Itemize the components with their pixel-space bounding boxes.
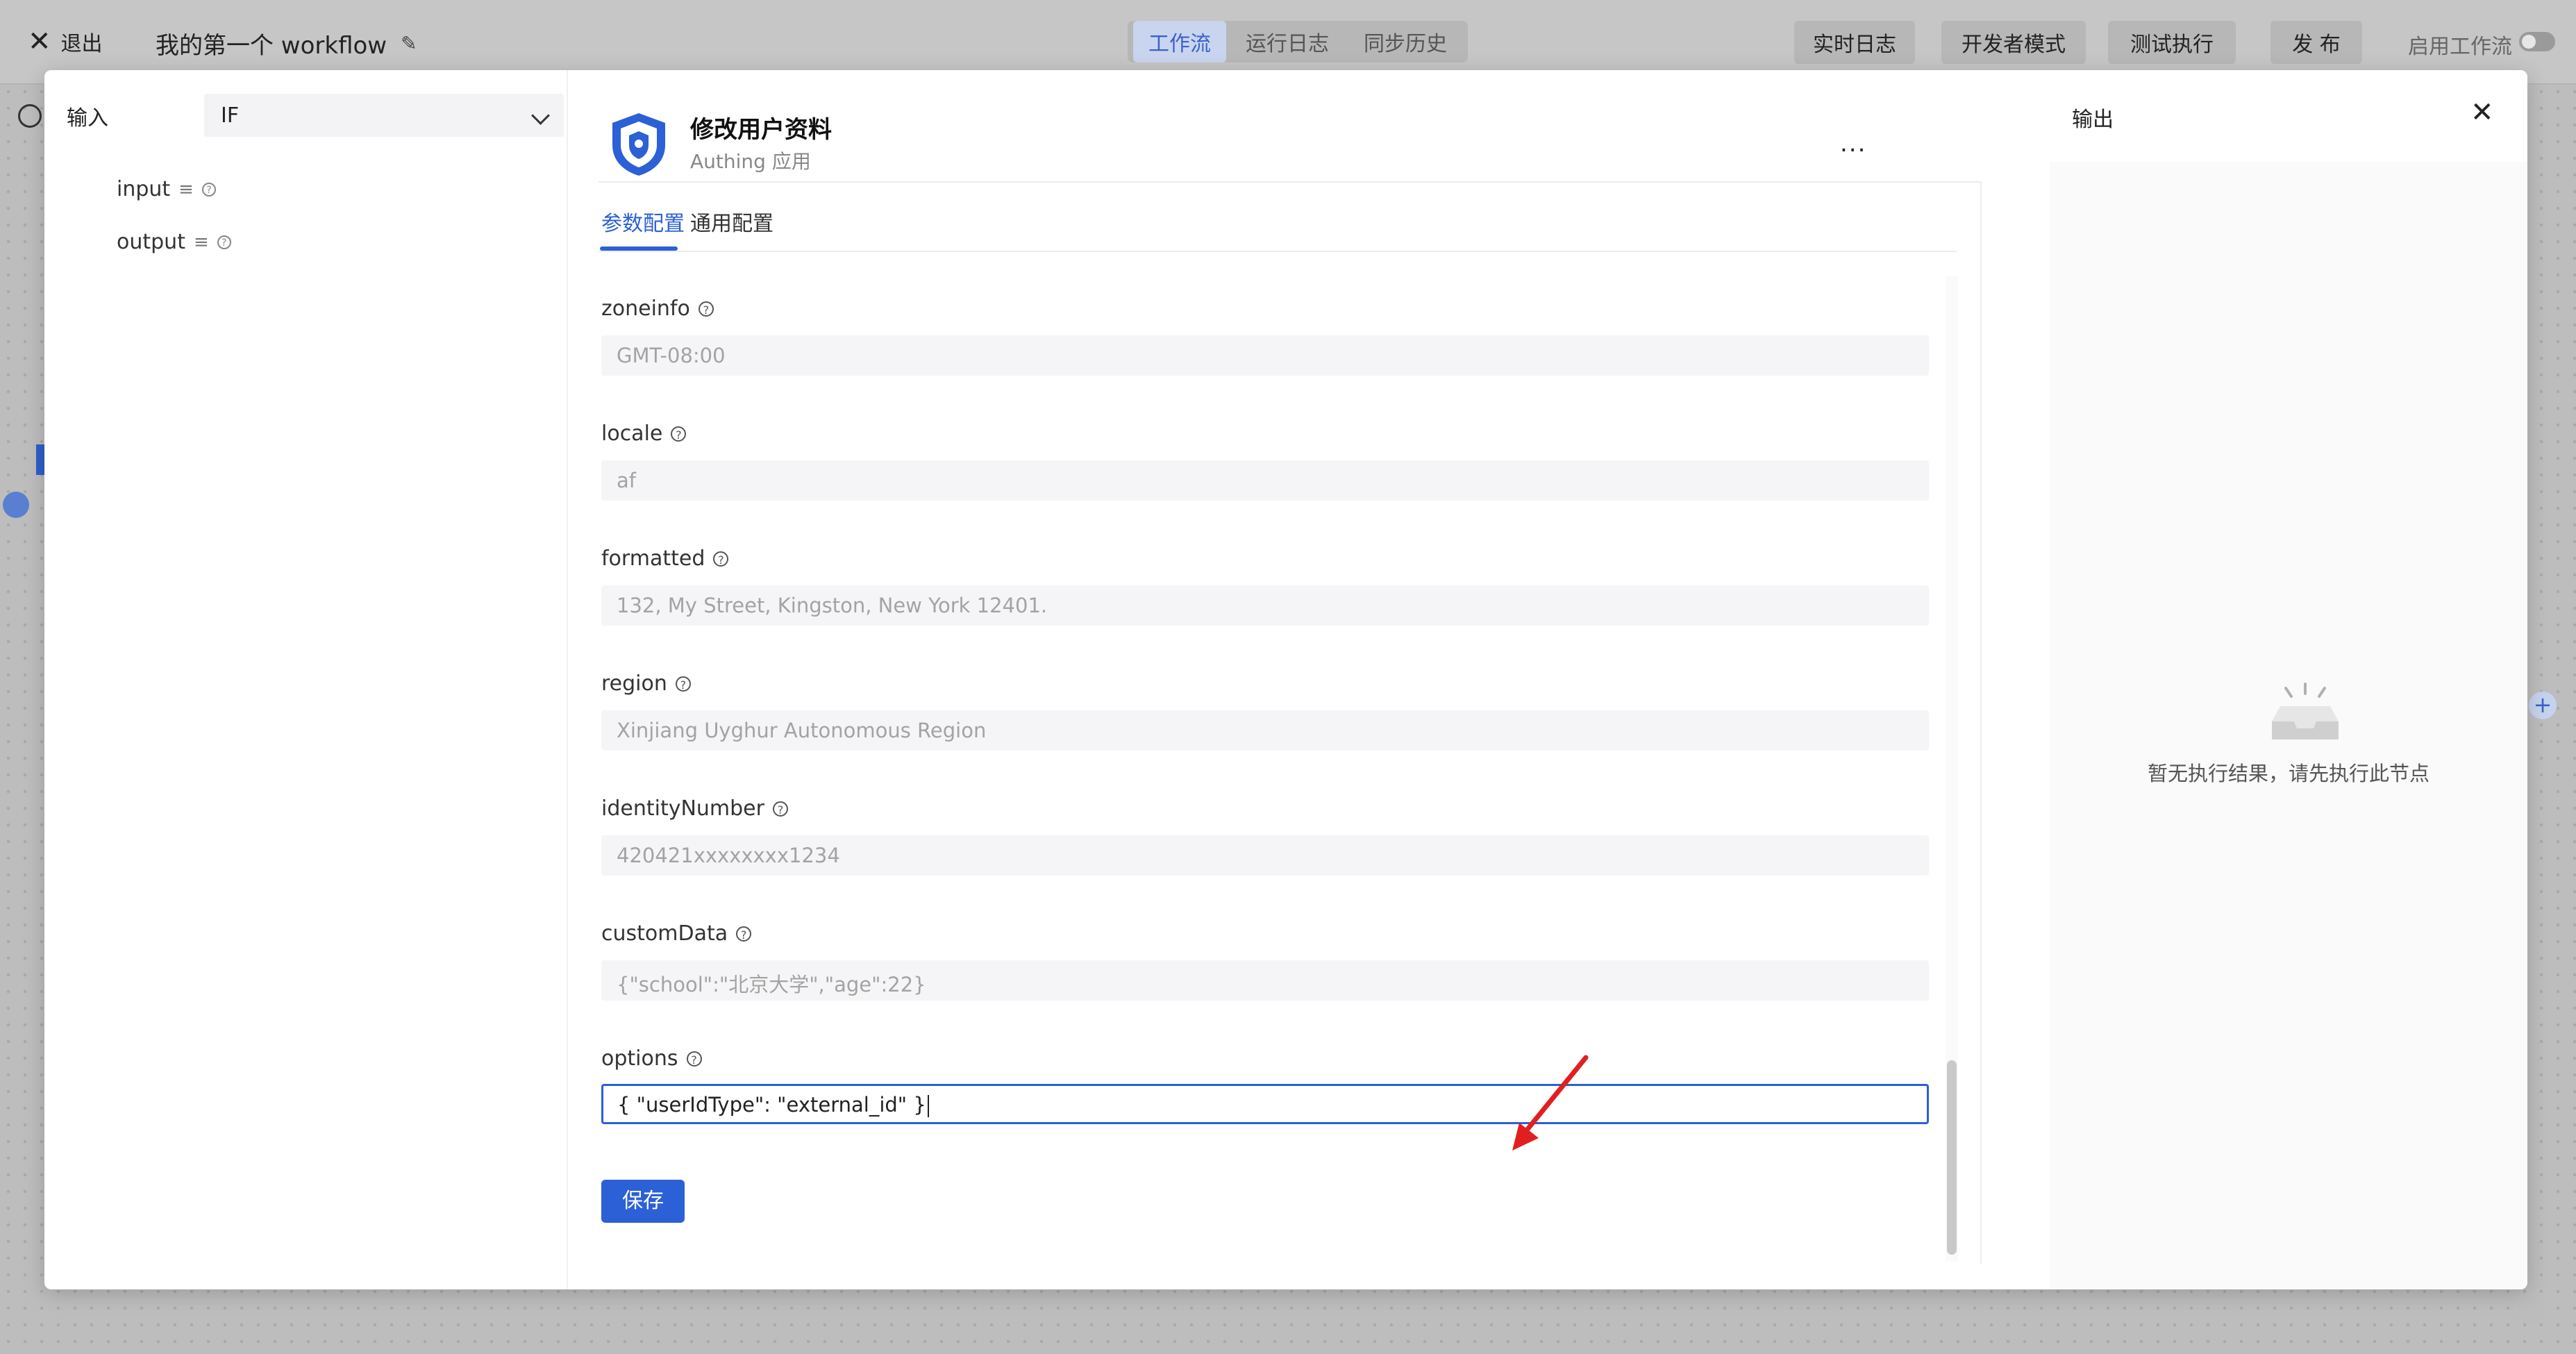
app-title: 修改用户资料 bbox=[690, 116, 832, 144]
enable-workflow-toggle[interactable] bbox=[2519, 32, 2555, 51]
node-marker bbox=[36, 444, 44, 475]
field-label-text: region bbox=[601, 671, 667, 696]
help-icon[interactable]: ? bbox=[686, 1051, 702, 1067]
help-icon[interactable]: ? bbox=[201, 182, 216, 197]
output-pane-header: 输出 ✕ bbox=[2050, 70, 2527, 162]
help-icon[interactable]: ? bbox=[772, 801, 788, 817]
help-icon[interactable]: ? bbox=[217, 235, 231, 249]
expand-handle-icon[interactable] bbox=[3, 492, 29, 518]
node-select-value: IF bbox=[221, 103, 240, 128]
help-icon[interactable]: ? bbox=[671, 426, 687, 442]
locale-input[interactable]: af bbox=[601, 460, 1929, 501]
field-label-identity-number: identityNumber ? bbox=[601, 796, 788, 821]
field-label-text: zoneinfo bbox=[601, 296, 690, 321]
developer-mode-button[interactable]: 开发者模式 bbox=[1941, 21, 2086, 64]
more-icon[interactable]: ... bbox=[1840, 130, 1866, 158]
field-label-zoneinfo: zoneinfo ? bbox=[601, 296, 714, 321]
exit-button[interactable]: ✕ 退出 bbox=[28, 26, 103, 57]
identity-number-input[interactable]: 420421xxxxxxxx1234 bbox=[601, 835, 1929, 876]
authing-shield-icon bbox=[612, 113, 665, 176]
region-input[interactable]: Xinjiang Uyghur Autonomous Region bbox=[601, 710, 1929, 751]
options-input-value: { "userIdType": "external_id" } bbox=[617, 1093, 926, 1117]
tab-general-config[interactable]: 通用配置 bbox=[690, 206, 773, 237]
help-icon[interactable]: ? bbox=[713, 551, 729, 567]
list-icon: ≡ bbox=[193, 231, 209, 253]
empty-inbox-icon bbox=[2272, 683, 2339, 739]
workflow-title-text: 我的第一个 workflow bbox=[156, 32, 387, 60]
divider bbox=[599, 251, 1957, 252]
field-label-custom-data: customData ? bbox=[601, 921, 752, 946]
output-tree-item[interactable]: output ≡ ? bbox=[117, 230, 231, 254]
tab-run-log[interactable]: 运行日志 bbox=[1230, 21, 1344, 62]
workflow-title: 我的第一个 workflow ✎ bbox=[156, 26, 417, 60]
node-config-modal: 输入 IF input ≡ ? output ≡ ? 修改用户资料 Authin… bbox=[44, 70, 2527, 1289]
tab-workflow[interactable]: 工作流 bbox=[1133, 21, 1226, 62]
close-icon[interactable]: ✕ bbox=[2470, 97, 2494, 128]
realtime-log-button[interactable]: 实时日志 bbox=[1794, 21, 1915, 64]
close-icon: ✕ bbox=[28, 26, 51, 58]
zoom-in-icon[interactable] bbox=[18, 104, 42, 128]
input-tree-item[interactable]: input ≡ ? bbox=[117, 177, 216, 201]
exit-label: 退出 bbox=[60, 32, 103, 56]
field-label-text: customData bbox=[601, 921, 728, 946]
list-icon: ≡ bbox=[178, 178, 194, 200]
field-label-text: identityNumber bbox=[601, 796, 764, 821]
text-caret bbox=[927, 1095, 929, 1117]
save-button[interactable]: 保存 bbox=[601, 1180, 685, 1223]
formatted-input[interactable]: 132, My Street, Kingston, New York 12401… bbox=[601, 585, 1929, 626]
field-label-locale: locale ? bbox=[601, 421, 687, 446]
input-pane-title: 输入 bbox=[67, 106, 108, 131]
field-label-options: options ? bbox=[601, 1046, 702, 1071]
field-label-text: locale bbox=[601, 421, 663, 446]
custom-data-input[interactable]: {"school":"北京大学","age":22} bbox=[601, 960, 1929, 1001]
options-input[interactable]: { "userIdType": "external_id" } bbox=[601, 1084, 1929, 1124]
divider bbox=[599, 181, 1982, 183]
chevron-down-icon bbox=[531, 106, 550, 125]
add-node-icon[interactable]: + bbox=[2529, 692, 2557, 719]
field-label-text: formatted bbox=[601, 546, 705, 571]
input-pane: 输入 IF input ≡ ? output ≡ ? bbox=[44, 70, 567, 1289]
help-icon[interactable]: ? bbox=[675, 676, 691, 692]
divider bbox=[1980, 181, 1982, 1264]
zoneinfo-input[interactable]: GMT-08:00 bbox=[601, 335, 1929, 376]
tab-sync-history[interactable]: 同步历史 bbox=[1348, 21, 1462, 62]
scrollbar[interactable] bbox=[1947, 1060, 1957, 1255]
tree-item-label: input bbox=[117, 177, 171, 201]
publish-button[interactable]: 发 布 bbox=[2270, 21, 2362, 64]
red-arrow-annotation bbox=[1512, 1055, 1589, 1151]
minimap-icon[interactable] bbox=[2518, 1296, 2545, 1323]
view-tabs: 工作流 运行日志 同步历史 bbox=[1128, 21, 1468, 62]
output-pane-title: 输出 bbox=[2072, 108, 2114, 132]
output-pane: 输出 ✕ 暂无执行结果，请先执行此节点 bbox=[2050, 70, 2527, 1289]
app-subtitle: Authing 应用 bbox=[690, 150, 811, 173]
field-label-region: region ? bbox=[601, 671, 691, 696]
edit-icon[interactable]: ✎ bbox=[401, 32, 417, 55]
node-select[interactable]: IF bbox=[204, 94, 564, 137]
field-label-text: options bbox=[601, 1046, 678, 1071]
enable-workflow-label: 启用工作流 bbox=[2408, 35, 2512, 59]
field-label-formatted: formatted ? bbox=[601, 546, 729, 571]
help-icon[interactable]: ? bbox=[698, 301, 714, 317]
test-run-button[interactable]: 测试执行 bbox=[2108, 21, 2236, 64]
help-icon[interactable]: ? bbox=[736, 926, 752, 942]
tree-item-label: output bbox=[117, 230, 185, 254]
tab-param-config[interactable]: 参数配置 bbox=[601, 206, 685, 237]
config-pane: 修改用户资料 Authing 应用 ... 参数配置 通用配置 zoneinfo… bbox=[567, 70, 2026, 1289]
empty-result-text: 暂无执行结果，请先执行此节点 bbox=[2147, 762, 2429, 785]
